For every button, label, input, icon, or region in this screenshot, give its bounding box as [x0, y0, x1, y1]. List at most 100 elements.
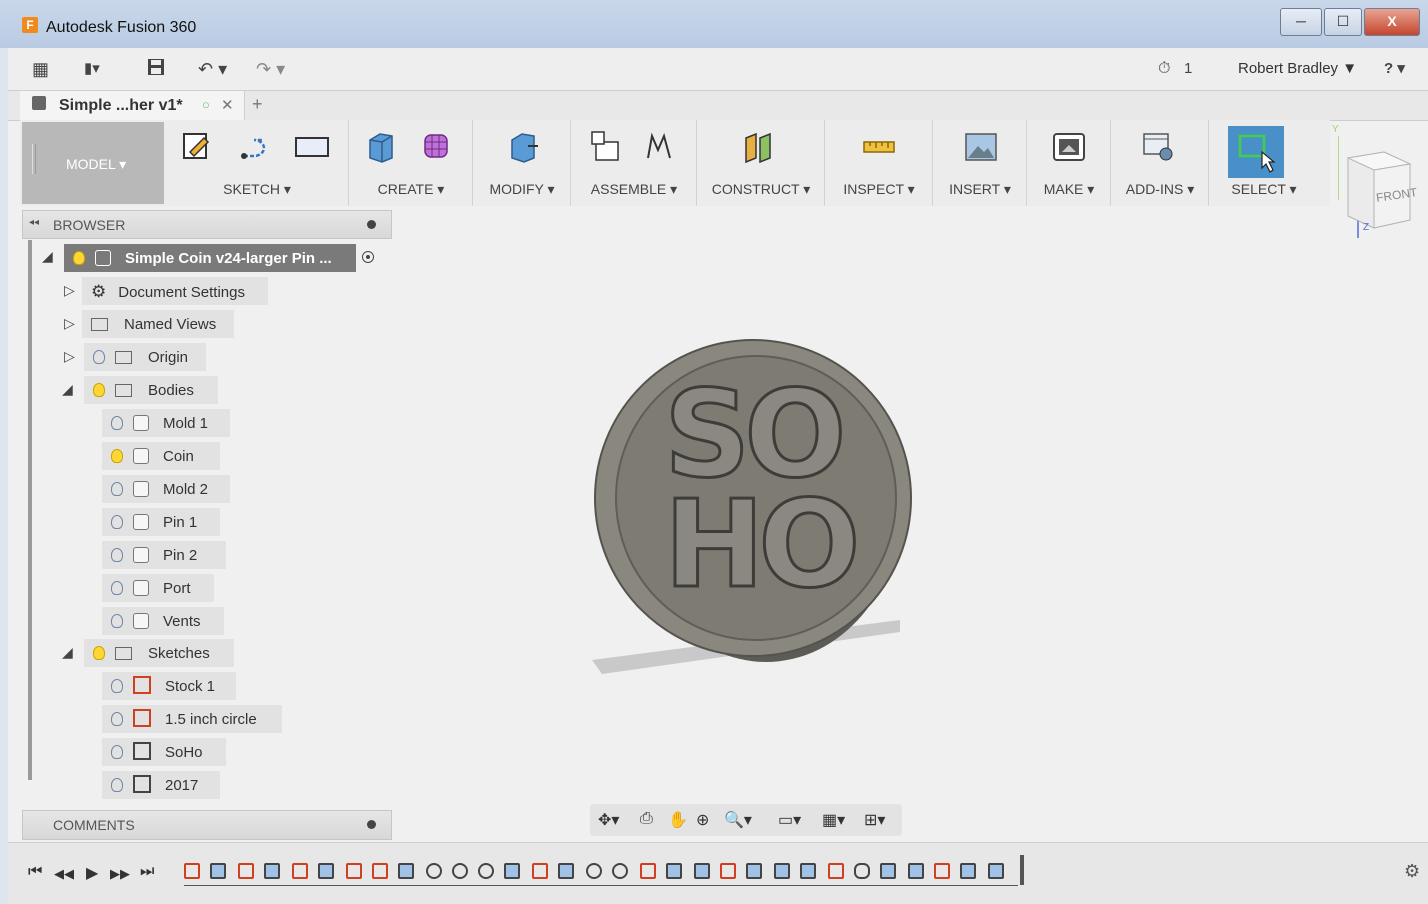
joint-icon[interactable]: [642, 130, 676, 164]
offset-plane-icon[interactable]: [742, 130, 776, 164]
collapse-bodies-toggle[interactable]: ◢: [62, 381, 73, 398]
collapse-browser-icon[interactable]: ◂◂: [29, 217, 39, 228]
help-icon[interactable]: ? ▾: [1384, 57, 1405, 81]
select-group[interactable]: SELECT ▾: [1210, 120, 1318, 206]
timeline-extrude-feature[interactable]: [398, 863, 414, 879]
visibility-bulb-icon[interactable]: [93, 646, 105, 660]
insert-group[interactable]: INSERT ▾: [934, 120, 1027, 206]
create-group[interactable]: CREATE ▾: [350, 120, 473, 206]
timeline-sketch-feature[interactable]: [934, 863, 950, 879]
timeline-first-button[interactable]: ⏮: [28, 863, 42, 881]
insert-image-icon[interactable]: [964, 130, 998, 164]
undo-icon[interactable]: ↶ ▾: [198, 57, 227, 81]
collapse-sketches-toggle[interactable]: ◢: [62, 644, 73, 661]
timeline-features[interactable]: [184, 843, 1034, 904]
visibility-bulb-icon[interactable]: [111, 515, 123, 529]
visibility-bulb-icon[interactable]: [73, 251, 85, 265]
timeline-marker[interactable]: [1020, 855, 1024, 885]
form-icon[interactable]: [420, 130, 454, 164]
timeline-sketch-feature[interactable]: [372, 863, 388, 879]
timeline-sketch-feature[interactable]: [184, 863, 200, 879]
timeline-sketch-feature[interactable]: [238, 863, 254, 879]
browser-node-origin[interactable]: Origin: [84, 343, 206, 371]
browser-node-port[interactable]: Port: [102, 574, 214, 602]
browser-node-sketches[interactable]: Sketches: [84, 639, 234, 667]
visibility-bulb-icon[interactable]: [111, 449, 123, 463]
timeline-previous-button[interactable]: ◀◀: [54, 866, 74, 882]
sketch-group[interactable]: SKETCH ▾: [166, 120, 349, 206]
document-tab[interactable]: Simple ...her v1* ○ ✕: [20, 91, 245, 120]
new-component-icon[interactable]: [590, 130, 624, 164]
browser-node-pin-2[interactable]: Pin 2: [102, 541, 226, 569]
visibility-bulb-icon[interactable]: [111, 482, 123, 496]
browser-node-vents[interactable]: Vents: [102, 607, 224, 635]
browser-node-pin-1[interactable]: Pin 1: [102, 508, 220, 536]
close-window-button[interactable]: X: [1364, 8, 1420, 36]
grid-settings-icon[interactable]: ▦▾: [822, 810, 845, 830]
browser-node-named-views[interactable]: Named Views: [82, 310, 234, 338]
model-canvas[interactable]: SO HO: [568, 328, 928, 688]
timeline-sketch-feature[interactable]: [828, 863, 844, 879]
orbit-icon[interactable]: ✥▾: [598, 810, 619, 830]
expand-document-settings-toggle[interactable]: ▷: [64, 282, 75, 299]
timeline-settings-gear-icon[interactable]: ⚙: [1404, 861, 1420, 882]
timeline-sketch-feature[interactable]: [292, 863, 308, 879]
timeline-body-feature[interactable]: [800, 863, 816, 879]
timeline-sketch-feature[interactable]: [532, 863, 548, 879]
timeline-combine-feature[interactable]: [854, 863, 870, 879]
visibility-bulb-icon[interactable]: [93, 383, 105, 397]
make-group[interactable]: MAKE ▾: [1028, 120, 1111, 206]
activate-component-radio[interactable]: [362, 251, 374, 263]
add-comment-icon[interactable]: [367, 820, 376, 829]
timeline-fillet-feature[interactable]: [586, 863, 602, 879]
visibility-bulb-icon[interactable]: [111, 745, 123, 759]
browser-pin-icon[interactable]: [367, 220, 376, 229]
extrude-icon[interactable]: [364, 130, 398, 164]
display-settings-icon[interactable]: ▭▾: [778, 810, 801, 830]
timeline-fillet-feature[interactable]: [612, 863, 628, 879]
redo-icon[interactable]: ↷ ▾: [256, 57, 285, 81]
file-menu-icon[interactable]: ▮▾: [84, 57, 100, 81]
construct-group[interactable]: CONSTRUCT ▾: [698, 120, 825, 206]
timeline-body-feature[interactable]: [694, 863, 710, 879]
timeline-last-button[interactable]: ⏭: [140, 863, 154, 881]
timeline-extrude-feature[interactable]: [264, 863, 280, 879]
browser-node-document-settings[interactable]: ⚙ Document Settings: [82, 277, 268, 305]
browser-node-bodies[interactable]: Bodies: [84, 376, 218, 404]
modify-group[interactable]: MODIFY ▾: [474, 120, 571, 206]
timeline-sketch-feature[interactable]: [346, 863, 362, 879]
zoom-icon[interactable]: ⊕: [696, 810, 709, 830]
browser-header[interactable]: ◂◂ BROWSER: [22, 210, 392, 239]
timeline-body-feature[interactable]: [774, 863, 790, 879]
visibility-bulb-icon[interactable]: [93, 350, 105, 364]
fit-zoom-icon[interactable]: 🔍▾: [724, 810, 752, 830]
user-account-menu[interactable]: Robert Bradley ▼: [1238, 57, 1357, 81]
save-icon[interactable]: [146, 57, 166, 81]
timeline-next-button[interactable]: ▶▶: [110, 866, 130, 882]
inspect-group[interactable]: INSPECT ▾: [826, 120, 933, 206]
project-line-icon[interactable]: [238, 130, 272, 164]
workspace-switcher[interactable]: MODEL ▾: [22, 122, 164, 204]
comments-panel-header[interactable]: COMMENTS: [22, 810, 392, 840]
visibility-bulb-icon[interactable]: [111, 548, 123, 562]
visibility-bulb-icon[interactable]: [111, 712, 123, 726]
timeline-body-feature[interactable]: [988, 863, 1004, 879]
create-sketch-icon[interactable]: [180, 130, 214, 164]
minimize-button[interactable]: ─: [1280, 8, 1322, 36]
assemble-group[interactable]: ASSEMBLE ▾: [572, 120, 697, 206]
browser-scrollbar[interactable]: [28, 240, 32, 780]
browser-node-soho[interactable]: SoHo: [102, 738, 226, 766]
timeline-body-feature[interactable]: [504, 863, 520, 879]
visibility-bulb-icon[interactable]: [111, 416, 123, 430]
root-expand-toggle[interactable]: ◢: [42, 248, 53, 265]
visibility-bulb-icon[interactable]: [111, 614, 123, 628]
browser-node-mold-1[interactable]: Mold 1: [102, 409, 230, 437]
visibility-bulb-icon[interactable]: [111, 581, 123, 595]
timeline-extrude-feature[interactable]: [558, 863, 574, 879]
scripts-addins-icon[interactable]: [1142, 130, 1176, 164]
measure-icon[interactable]: [862, 130, 896, 164]
rectangle-icon[interactable]: [292, 130, 332, 164]
select-icon[interactable]: [1228, 126, 1284, 178]
timeline-extrude-feature[interactable]: [318, 863, 334, 879]
browser-node-2017[interactable]: 2017: [102, 771, 220, 799]
